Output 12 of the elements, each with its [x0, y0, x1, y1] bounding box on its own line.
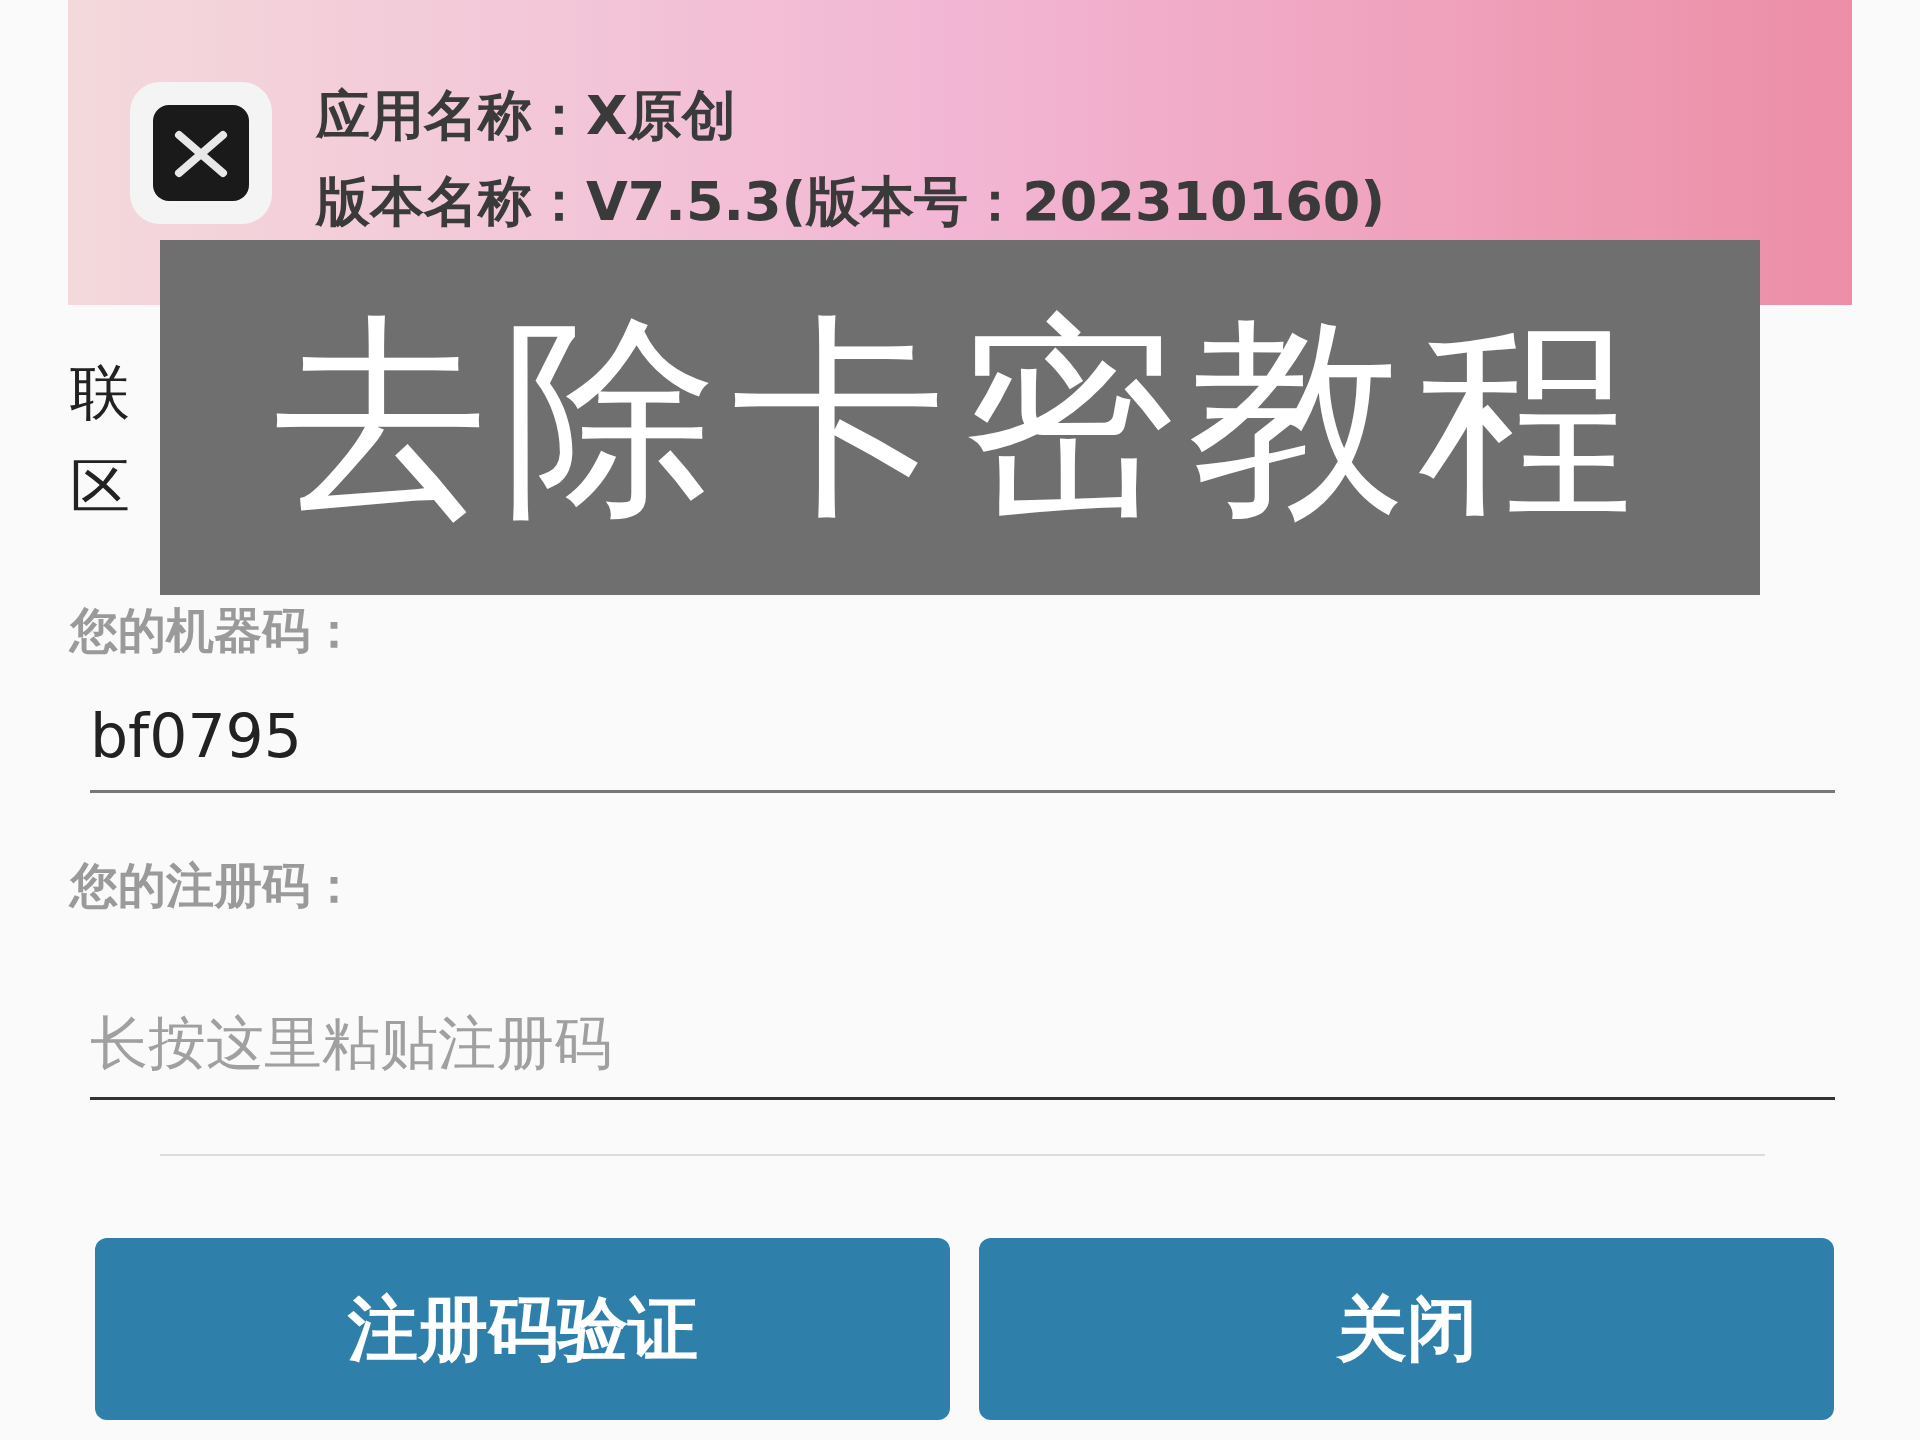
notice-text: 区	[70, 451, 130, 521]
machine-code-field: bf0795	[90, 700, 1835, 793]
verify-button[interactable]: 注册码验证	[95, 1238, 950, 1420]
app-icon	[130, 82, 272, 224]
machine-code-label: 您的机器码：	[70, 601, 358, 660]
register-code-field[interactable]: 长按这里粘贴注册码	[90, 1000, 1835, 1100]
app-name: 应用名称：X原创	[316, 84, 737, 148]
app-version: 版本名称：V7.5.3(版本号：202310160)	[316, 170, 1386, 234]
close-button[interactable]: 关闭	[979, 1238, 1834, 1420]
overlay-title: 去除卡密教程	[160, 240, 1760, 595]
register-code-label: 您的注册码：	[70, 856, 358, 915]
notice-text: 联	[70, 357, 130, 427]
